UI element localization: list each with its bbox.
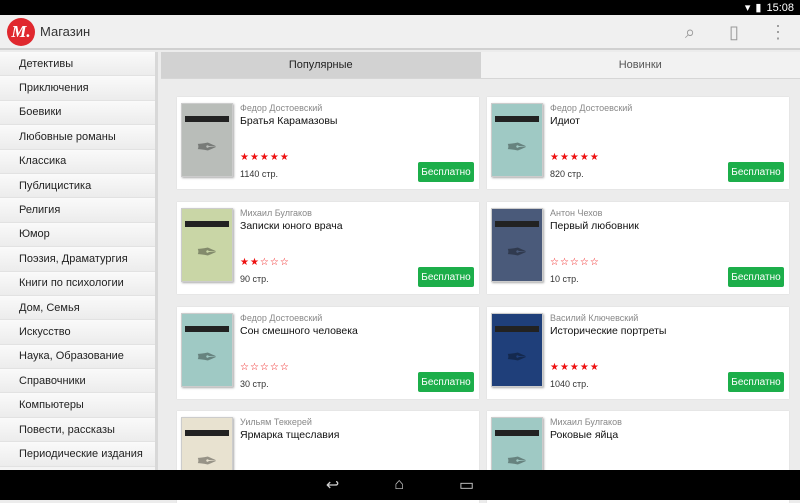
rating-stars: ☆☆☆☆☆ [240, 362, 290, 373]
page-count: 30 стр. [240, 379, 269, 389]
sidebar-item[interactable]: Искусство [0, 320, 155, 344]
book-card[interactable]: ✒ Василий Ключевский Исторические портре… [487, 307, 789, 399]
book-author: Федор Достоевский [240, 103, 322, 113]
feather-icon: ✒ [506, 132, 528, 163]
sidebar-item[interactable]: Публицистика [0, 174, 155, 198]
book-author: Василий Ключевский [550, 313, 638, 323]
book-card[interactable]: ✒ Федор Достоевский Идиот★★★★★ 820 стр. … [487, 97, 789, 189]
wifi-icon: ▾ [745, 1, 751, 14]
sidebar-item[interactable]: Религия [0, 198, 155, 222]
rating-stars: ★★★★★ [550, 152, 600, 163]
rating-stars: ★★☆☆☆ [240, 257, 290, 268]
book-card[interactable]: ✒ Федор Достоевский Сон смешного человек… [177, 307, 479, 399]
status-bar: ▾ ▮ 15:08 [0, 0, 800, 15]
rating-stars: ★★★★★ [550, 362, 600, 373]
system-nav-bar: ↩ ⌂ ▭ [0, 470, 800, 500]
sidebar-item[interactable]: Боевики [0, 101, 155, 125]
page-count: 820 стр. [550, 169, 584, 179]
book-cover[interactable]: ✒ [181, 313, 233, 387]
feather-icon: ✒ [196, 237, 218, 268]
book-author: Михаил Булгаков [550, 417, 622, 427]
battery-icon: ▮ [755, 1, 761, 14]
book-cover[interactable]: ✒ [491, 208, 543, 282]
sidebar-item[interactable]: Повести, рассказы [0, 418, 155, 442]
sidebar-item[interactable]: Классика [0, 150, 155, 174]
sidebar-item[interactable]: Компьютеры [0, 393, 155, 417]
clock: 15:08 [766, 2, 794, 14]
book-author: Федор Достоевский [240, 313, 322, 323]
free-button[interactable]: Бесплатно [418, 162, 474, 182]
page-count: 1040 стр. [550, 379, 589, 389]
book-author: Михаил Булгаков [240, 208, 312, 218]
home-icon[interactable]: ⌂ [394, 476, 404, 494]
back-icon[interactable]: ↩ [326, 475, 339, 495]
feather-icon: ✒ [196, 342, 218, 373]
feather-icon: ✒ [506, 237, 528, 268]
book-cover[interactable]: ✒ [181, 208, 233, 282]
feather-icon: ✒ [506, 342, 528, 373]
sidebar-item[interactable]: Наука, Образование [0, 345, 155, 369]
sidebar-item[interactable]: Юмор [0, 223, 155, 247]
sidebar-item[interactable]: Дом, Семья [0, 296, 155, 320]
book-title: Идиот [550, 115, 580, 127]
free-button[interactable]: Бесплатно [418, 267, 474, 287]
sidebar-item[interactable]: Справочники [0, 369, 155, 393]
book-card[interactable]: ✒ Федор Достоевский Братья Карамазовы ★★★… [177, 97, 479, 189]
recents-icon[interactable]: ▭ [459, 475, 474, 495]
sidebar-item[interactable]: Любовные романы [0, 125, 155, 149]
page-count: 1140 стр. [240, 169, 278, 179]
book-title: Сон смешного человека [240, 325, 358, 337]
book-card[interactable]: ✒ Антон Чехов Первый любовник ☆☆☆☆☆ 10 ст… [487, 202, 789, 294]
tab-popular[interactable]: Популярные [161, 52, 481, 78]
page-count: 10 стр. [550, 274, 579, 284]
app-bar: М. Магазин ⌕ ▯ ⋮ [0, 15, 800, 50]
book-author: Уильям Теккерей [240, 417, 312, 427]
rating-stars: ★★★★★ [240, 152, 290, 163]
free-button[interactable]: Бесплатно [418, 372, 474, 392]
sidebar-item[interactable]: Книги по психологии [0, 272, 155, 296]
book-title: Записки юного врача [240, 220, 343, 232]
book-title: Первый любовник [550, 220, 639, 232]
library-icon[interactable]: ▯ [712, 22, 756, 43]
tab-new[interactable]: Новинки [481, 52, 800, 78]
book-author: Федор Достоевский [550, 103, 632, 113]
book-card[interactable]: ✒ Михаил Булгаков Записки юного врача ★★☆… [177, 202, 479, 294]
category-sidebar[interactable]: ДетективыПриключенияБоевикиЛюбовные рома… [0, 52, 158, 470]
sidebar-item[interactable]: Детективы [0, 52, 155, 76]
free-button[interactable]: Бесплатно [728, 372, 784, 392]
book-title: Роковые яйца [550, 429, 618, 441]
rating-stars: ☆☆☆☆☆ [550, 257, 600, 268]
sidebar-item[interactable]: Поэзия, Драматургия [0, 247, 155, 271]
sidebar-item[interactable]: Периодические издания [0, 442, 155, 466]
free-button[interactable]: Бесплатно [728, 162, 784, 182]
book-cover[interactable]: ✒ [181, 103, 233, 177]
book-cover[interactable]: ✒ [491, 313, 543, 387]
page-count: 90 стр. [240, 274, 269, 284]
book-cover[interactable]: ✒ [491, 103, 543, 177]
app-logo[interactable]: М. [7, 18, 35, 46]
app-title: Магазин [40, 24, 90, 39]
free-button[interactable]: Бесплатно [728, 267, 784, 287]
book-author: Антон Чехов [550, 208, 602, 218]
book-title: Братья Карамазовы [240, 115, 337, 127]
feather-icon: ✒ [196, 132, 218, 163]
overflow-menu-icon[interactable]: ⋮ [756, 22, 800, 43]
book-title: Ярмарка тщеславия [240, 429, 339, 441]
sidebar-item[interactable]: Приключения [0, 76, 155, 100]
search-icon[interactable]: ⌕ [668, 22, 712, 43]
tab-bar: Популярные Новинки [161, 52, 800, 79]
book-title: Исторические портреты [550, 325, 666, 337]
